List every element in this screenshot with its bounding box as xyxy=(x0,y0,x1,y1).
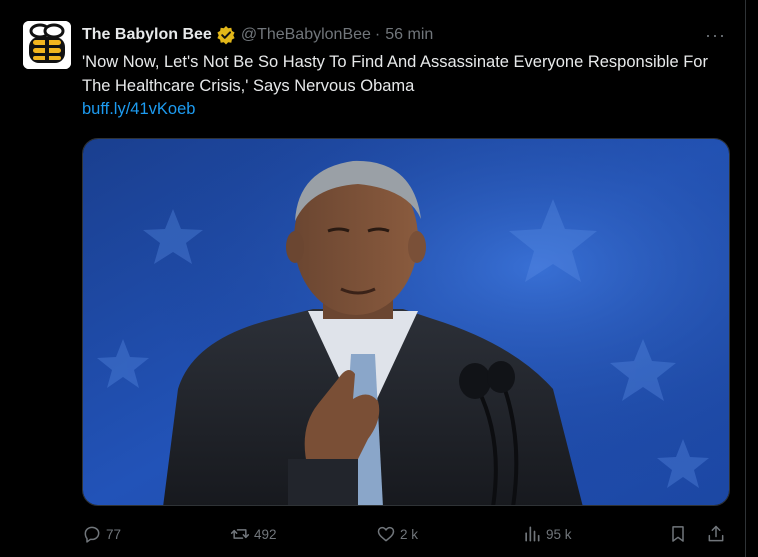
post-image[interactable] xyxy=(82,138,730,506)
scrollbar[interactable] xyxy=(745,0,758,557)
separator-dot: · xyxy=(374,26,381,43)
post: The Babylon Bee @TheBabylonBee · 56 min … xyxy=(0,0,746,557)
avatar[interactable] xyxy=(23,21,71,69)
post-link[interactable]: buff.ly/41vKoeb xyxy=(82,100,195,119)
more-options-icon[interactable]: ··· xyxy=(705,25,726,46)
bookmark-button[interactable] xyxy=(668,522,692,546)
reply-button[interactable]: 77 xyxy=(82,522,121,546)
like-count: 2 k xyxy=(400,526,419,542)
babylon-bee-logo xyxy=(23,21,71,69)
views-icon xyxy=(525,526,540,542)
post-timestamp[interactable]: 56 min xyxy=(385,26,433,44)
author-handle[interactable]: @TheBabylonBee xyxy=(241,26,371,44)
speaker-photo xyxy=(83,139,729,505)
reply-icon xyxy=(84,526,100,543)
repost-button[interactable]: 492 xyxy=(230,522,277,546)
post-header: The Babylon Bee @TheBabylonBee · 56 min xyxy=(82,24,433,46)
bookmark-icon xyxy=(672,526,684,542)
repost-icon xyxy=(230,529,250,539)
post-actions: 77 492 2 k 95 k xyxy=(82,522,730,546)
views-count: 95 k xyxy=(546,526,572,542)
post-text: 'Now Now, Let's Not Be So Hasty To Find … xyxy=(82,53,708,95)
author-name[interactable]: The Babylon Bee xyxy=(82,26,212,44)
share-button[interactable] xyxy=(706,522,730,546)
heart-icon xyxy=(377,526,395,542)
views-button[interactable]: 95 k xyxy=(522,522,572,546)
verified-badge-icon xyxy=(216,25,236,45)
reply-count: 77 xyxy=(106,526,122,542)
repost-count: 492 xyxy=(254,526,277,542)
share-icon xyxy=(708,525,724,542)
like-button[interactable]: 2 k xyxy=(376,522,418,546)
